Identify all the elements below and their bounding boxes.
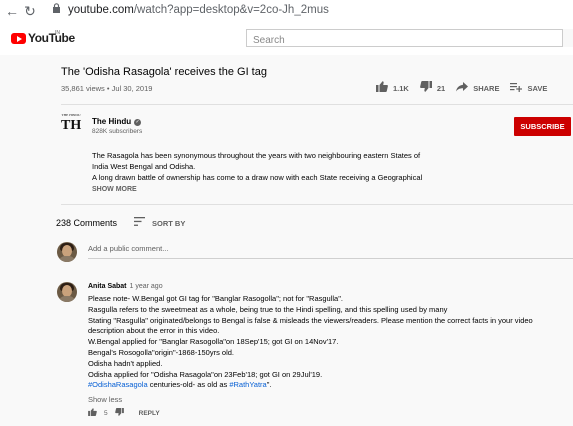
channel-logo[interactable]: THE HINDU TH — [61, 113, 82, 136]
comment-line: Please note- W.Bengal got GI tag for "Ba… — [88, 294, 343, 303]
comment-line: #OdishaRasagola centuries-old- as old as… — [88, 380, 573, 391]
subscribe-button[interactable]: SUBSCRIBE — [514, 117, 571, 136]
url-path: /watch?app=desktop&v=2co-Jh_2mus — [133, 4, 329, 16]
description-line: The Rasagola has been synonymous through… — [92, 151, 421, 160]
dislike-button[interactable]: 21 — [419, 81, 446, 95]
url-host: youtube.com — [68, 4, 134, 16]
search-box[interactable] — [246, 29, 573, 47]
youtube-logo-text[interactable]: YouTube — [28, 31, 75, 45]
show-more-button[interactable]: SHOW MORE — [92, 186, 137, 193]
dislike-count: 21 — [436, 83, 446, 93]
like-count: 1.1K — [393, 83, 409, 93]
playlist-add-icon — [510, 82, 523, 95]
current-user-avatar — [57, 242, 77, 262]
sort-by-button[interactable]: SORT BY — [134, 217, 185, 229]
video-title: The 'Odisha Rasagola' receives the GI ta… — [61, 66, 267, 78]
comment-dislike-button[interactable] — [114, 408, 124, 418]
description-line: India West Bengal and Odisha. — [92, 162, 196, 171]
verified-check-icon: ✓ — [134, 119, 142, 126]
lock-icon[interactable] — [48, 3, 64, 19]
divider — [61, 104, 573, 105]
comment-line: W.Bengal applied for "Banglar Rasogolla"… — [88, 337, 339, 347]
comment-line: Rasgulla refers to the sweetmeat as a wh… — [88, 304, 448, 314]
reload-icon[interactable]: ↻ — [22, 3, 38, 19]
comment-input-underline — [88, 258, 573, 259]
comment-line: description about the error in this vide… — [88, 326, 220, 336]
thumbs-down-icon — [114, 408, 124, 416]
thumbs-up-icon — [376, 81, 388, 95]
add-comment-input[interactable]: Add a public comment... — [88, 244, 168, 253]
comment-time[interactable]: 1 year ago — [130, 283, 163, 290]
comment-like-count: 5 — [104, 409, 108, 417]
share-arrow-icon — [456, 81, 469, 95]
channel-name-text: The Hindu — [92, 117, 132, 126]
like-button[interactable]: 1.1K — [376, 81, 409, 95]
save-button[interactable]: SAVE — [510, 82, 547, 95]
search-input[interactable] — [247, 33, 553, 46]
comments-count: 238 Comments — [56, 218, 118, 228]
hashtag-link[interactable]: #OdishaRasagola — [88, 380, 148, 389]
comment-actions: 5 REPLY — [88, 408, 167, 418]
divider — [61, 204, 573, 205]
url-field[interactable]: youtube.com/watch?app=desktop&v=2co-Jh_2… — [68, 4, 329, 16]
comment-header: Anita Sabat 1 year ago — [88, 283, 163, 290]
youtube-logo-icon[interactable] — [11, 33, 26, 44]
channel-name[interactable]: The Hindu ✓ — [92, 117, 142, 126]
back-arrow-icon[interactable]: ← — [4, 3, 20, 19]
comment-like-button[interactable] — [88, 408, 97, 418]
comment-line: Bengal's Rosogolla"origin"-1868-150yrs o… — [88, 347, 235, 357]
reply-button[interactable]: REPLY — [139, 410, 160, 417]
comment-line: Odisha applied for "Odisha Rasagola"on 2… — [88, 369, 323, 379]
comment-line: Odisha hadn't applied. — [88, 358, 163, 368]
logo-region-code: IN — [55, 30, 60, 36]
share-button[interactable]: SHARE — [456, 81, 500, 95]
comment-line-text: centuries-old- as old as — [147, 380, 230, 390]
sort-by-label: SORT BY — [152, 218, 186, 228]
save-label: SAVE — [527, 83, 548, 93]
sort-icon — [134, 217, 145, 229]
comment-line: Stating "Rasgulla" originated/belongs to… — [88, 315, 533, 325]
video-views-date: 35,861 views • Jul 30, 2019 — [61, 84, 153, 93]
browser-address-bar: ← ↻ youtube.com/watch?app=desktop&v=2co-… — [0, 0, 573, 23]
video-description: The Rasagola has been synonymous through… — [92, 150, 482, 183]
thumbs-up-icon — [88, 408, 97, 416]
commenter-avatar[interactable] — [57, 282, 77, 302]
subscriber-count: 828K subscribers — [92, 128, 143, 135]
show-less-button[interactable]: Show less — [88, 395, 122, 404]
channel-logo-text: TH — [61, 118, 82, 133]
description-line: A long drawn battle of ownership has com… — [92, 173, 423, 182]
hashtag-link[interactable]: #RathYatra — [229, 380, 266, 389]
share-label: SHARE — [473, 83, 500, 93]
channel-logo-small-text: THE HINDU — [61, 113, 81, 117]
comment-line-end: ". — [266, 380, 272, 390]
video-actions: 1.1K 21 SHARE SAVE — [376, 81, 558, 95]
comment-author[interactable]: Anita Sabat — [88, 283, 127, 290]
thumbs-down-icon — [419, 81, 432, 95]
comment-text: Please note- W.Bengal got GI tag for "Ba… — [88, 294, 573, 391]
search-button[interactable] — [562, 29, 573, 47]
